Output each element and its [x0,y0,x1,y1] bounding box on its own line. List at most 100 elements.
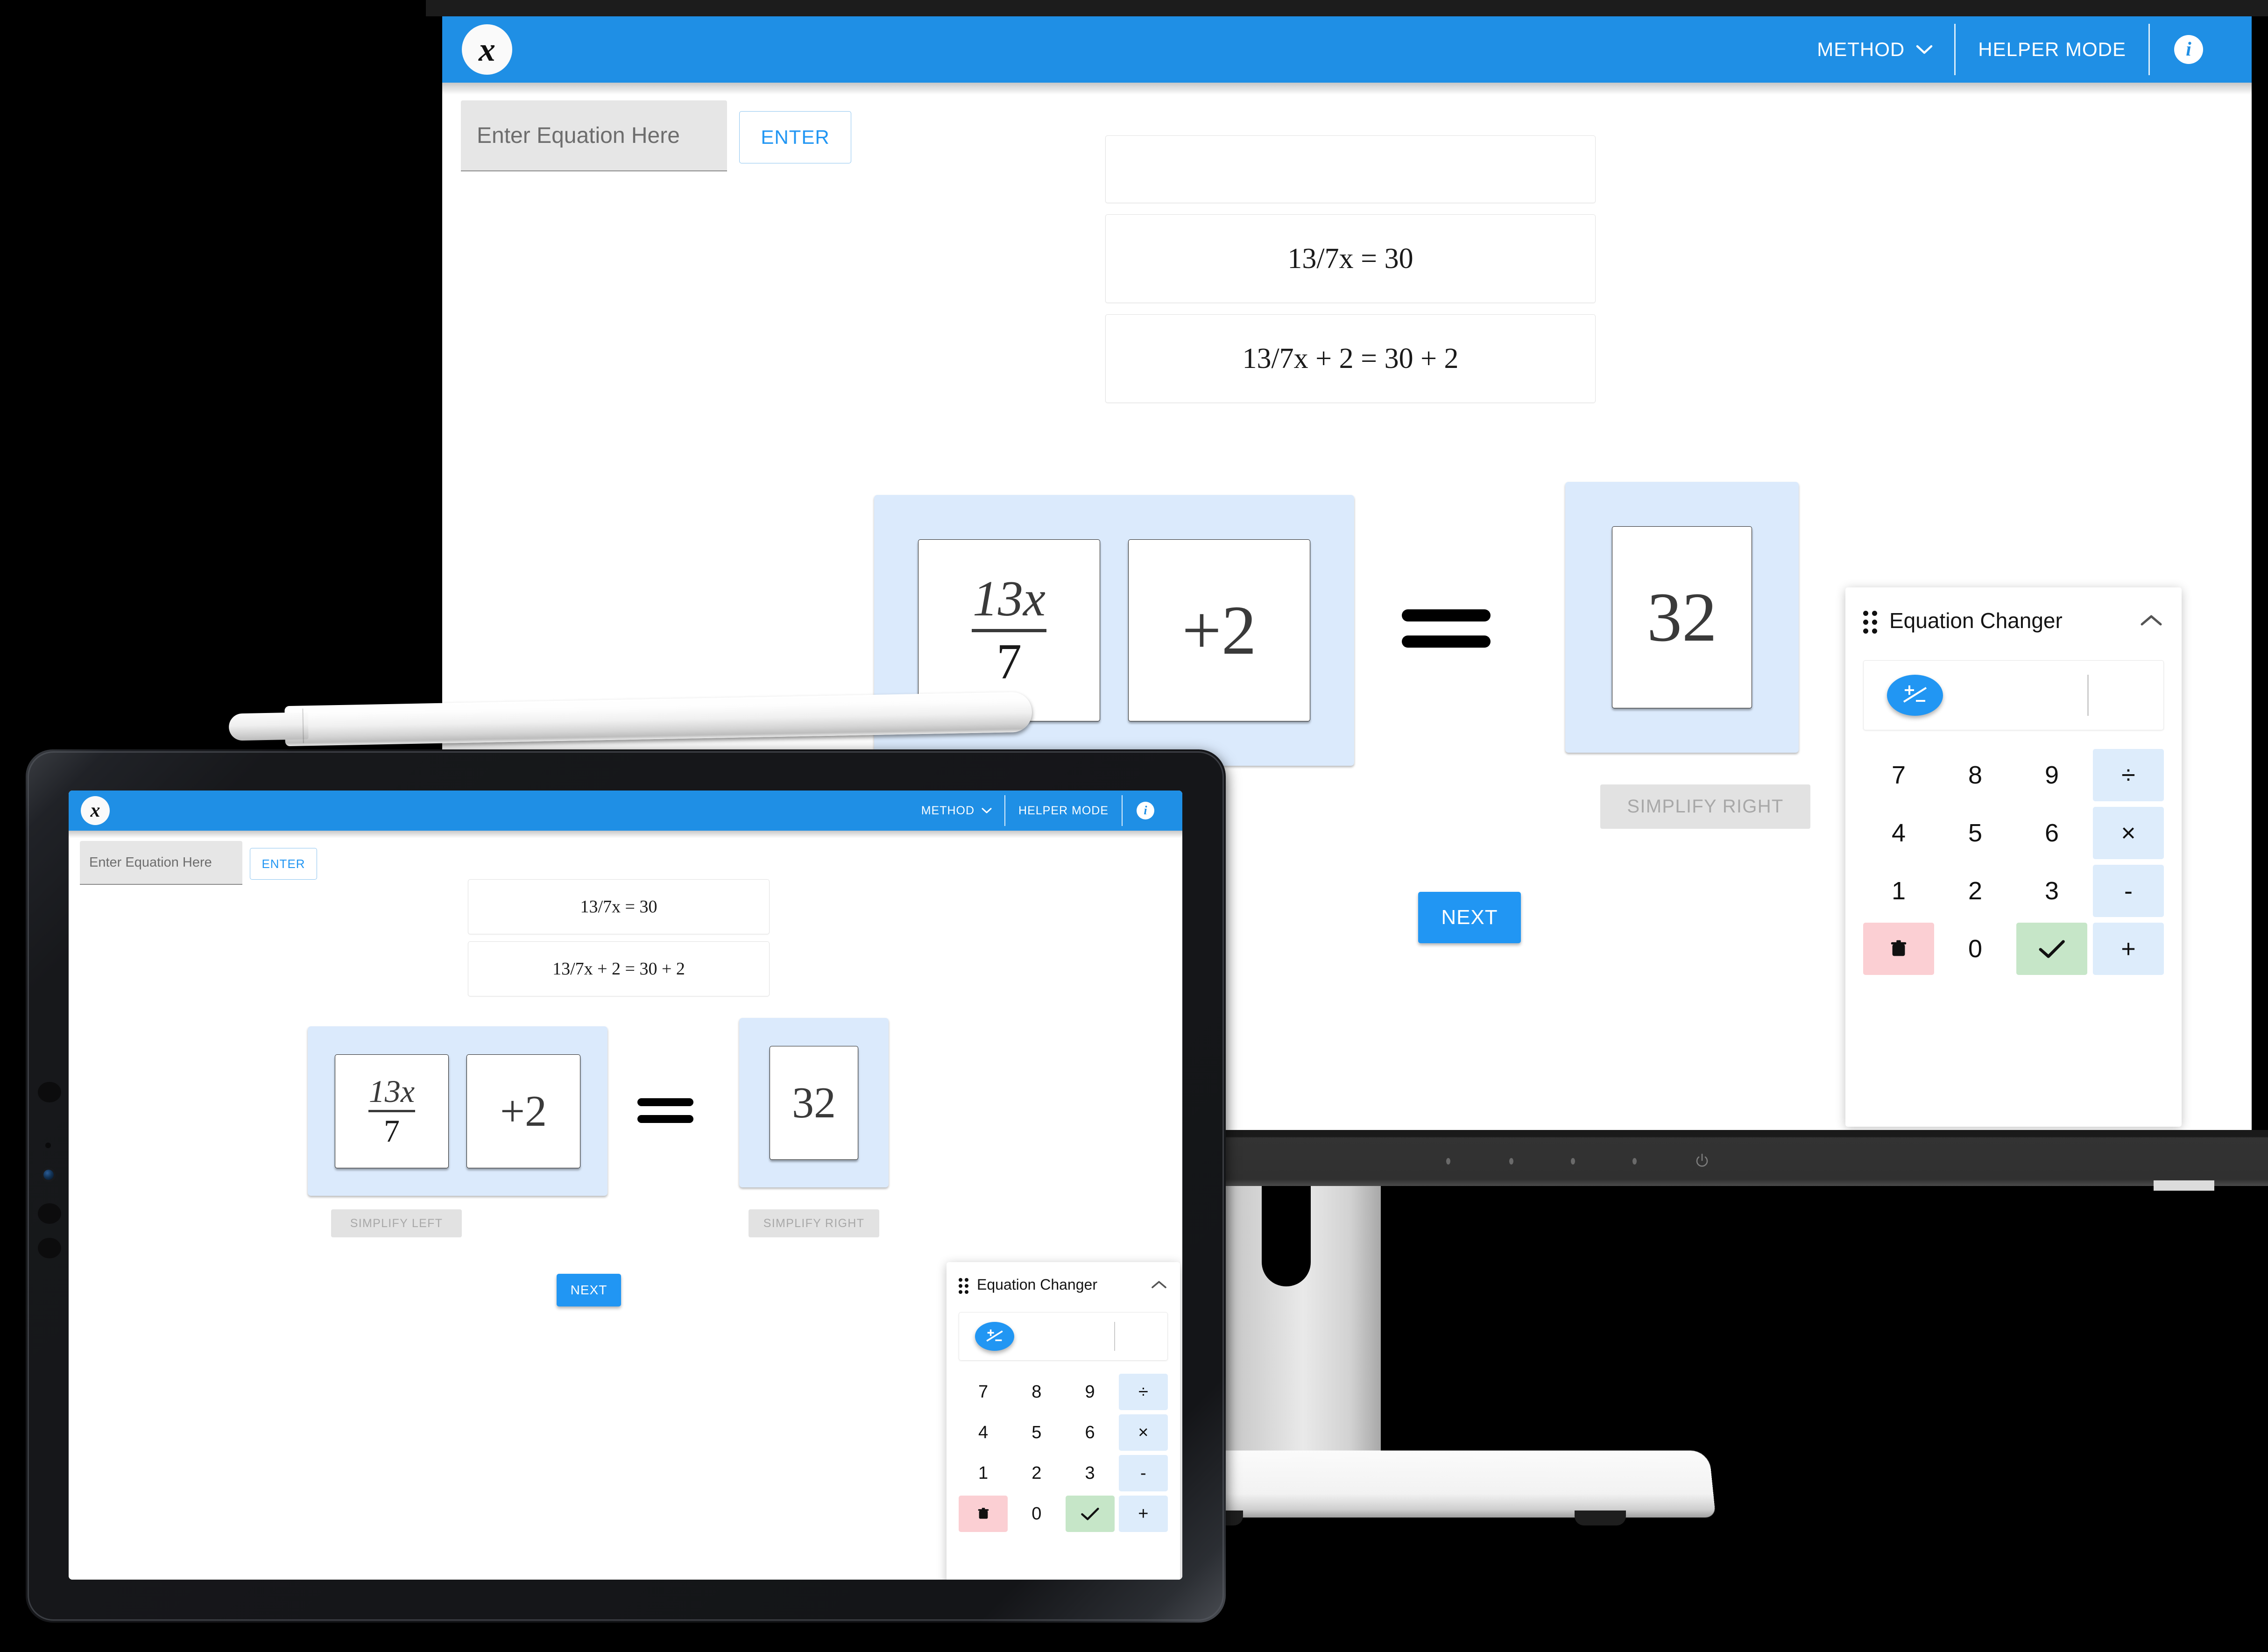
next-button-label: NEXT [570,1283,608,1297]
monitor-osd-button-4[interactable] [1632,1158,1637,1165]
keypad-operator-multiply-button[interactable]: × [2093,807,2164,859]
app-logo[interactable]: x [462,24,512,75]
drag-dots-icon[interactable] [1863,611,1877,634]
keypad[interactable]: 7 8 9 ÷ 4 5 6 × 1 2 3- 0 + [1863,749,2164,975]
header-actions: METHOD HELPER MODE i [1796,24,2252,75]
keypad-operator-minus-button[interactable]: - [1118,1455,1168,1491]
enter-button[interactable]: ENTER [250,848,317,880]
keypad-digit-1-button[interactable]: 1 [1863,865,1934,917]
expression-field[interactable] [1863,660,2164,730]
keypad-confirm-button[interactable] [1065,1496,1115,1532]
expression-field[interactable] [959,1312,1168,1361]
chevron-up-icon[interactable] [2139,613,2164,628]
keypad-delete-button[interactable] [959,1496,1008,1532]
drag-dots-icon[interactable] [959,1278,968,1294]
keypad-digit-0-button[interactable]: 0 [1940,923,2011,975]
equation-history-item[interactable]: 13/7x + 2 = 30 + 2 [468,941,770,996]
keypad-digit-4-button[interactable]: 4 [959,1414,1008,1451]
keypad-digit-4-button[interactable]: 4 [1863,807,1934,859]
right-expression-group[interactable]: 32 [1565,482,1799,753]
equation-history-item-partial[interactable] [1105,135,1596,203]
next-button[interactable]: NEXT [557,1274,621,1306]
equation-input[interactable]: Enter Equation Here [461,100,727,171]
method-menu[interactable]: METHOD [1796,38,1954,61]
info-icon: i [1137,802,1154,819]
keypad-digit-5-button[interactable]: 5 [1012,1414,1061,1451]
keypad-digit-1-button[interactable]: 1 [959,1455,1008,1491]
info-button[interactable]: i [1123,802,1166,819]
keypad-confirm-button[interactable] [2016,923,2087,975]
method-menu[interactable]: METHOD [909,804,1004,818]
chevron-up-icon[interactable] [1150,1279,1168,1290]
keypad-digit-7-button[interactable]: 7 [959,1374,1008,1410]
info-glyph: i [1144,804,1147,817]
equation-history-item[interactable]: 13/7x = 30 [1105,214,1596,303]
expression-tile-term[interactable]: 32 [770,1045,858,1160]
keypad-operator-multiply-button[interactable]: × [1118,1414,1168,1451]
equation-input[interactable]: Enter Equation Here [80,841,242,885]
power-icon[interactable] [1695,1153,1709,1169]
monitor-led [2154,1180,2214,1191]
keypad-digit-2-button[interactable]: 2 [1012,1455,1061,1491]
equation-changer-header[interactable]: Equation Changer [1863,608,2164,634]
expression-tile-fraction[interactable]: 13x 7 [335,1054,449,1168]
keypad-operator-divide-button[interactable]: ÷ [2093,749,2164,801]
expression-tile-term[interactable]: +2 [466,1054,580,1168]
keypad-digit-9-button[interactable]: 9 [1066,1374,1115,1410]
next-button[interactable]: NEXT [1418,892,1521,943]
simplify-left-button[interactable]: SIMPLIFY LEFT [331,1209,462,1237]
expression-tile-term[interactable]: 32 [1612,526,1752,708]
left-expression-group[interactable]: 13x 7 +2 [308,1026,608,1196]
equals-sign [1402,609,1491,648]
keypad-digit-8-button[interactable]: 8 [1940,749,2011,801]
keypad-operator-plus-button[interactable]: + [1118,1496,1168,1532]
simplify-right-button[interactable]: SIMPLIFY RIGHT [749,1209,879,1237]
keypad-digit-7-button[interactable]: 7 [1863,749,1934,801]
keypad-digit-6-button[interactable]: 6 [1066,1414,1115,1451]
equation-changer-header[interactable]: Equation Changer [959,1276,1168,1294]
equation-changer-panel[interactable]: Equation Changer 7 8 9 ÷ 4 5 6 × 1 2 3 -… [1845,587,2182,1127]
monitor-osd-button-2[interactable] [1509,1158,1513,1165]
simplify-right-button[interactable]: SIMPLIFY RIGHT [1600,784,1810,829]
text-caret [1114,1322,1115,1351]
plus-minus-icon [986,1329,1003,1342]
keypad-operator-plus-button[interactable]: + [2093,923,2164,975]
fraction-bar [972,628,1046,632]
equation-history-item[interactable]: 13/7x = 30 [468,879,770,934]
monitor-osd-button-3[interactable] [1571,1158,1575,1165]
sign-toggle-chip[interactable] [1887,675,1943,716]
keypad-digit-9-button[interactable]: 9 [2016,749,2087,801]
expression-tile-term[interactable]: +2 [1128,539,1310,721]
equals-sign [637,1098,693,1123]
right-expression-group[interactable]: 32 [739,1018,889,1187]
keypad-digit-2-button[interactable]: 2 [1940,865,2011,917]
helper-mode-button[interactable]: HELPER MODE [1005,804,1122,818]
keypad-digit-3-button[interactable]: 3 [2016,865,2087,917]
app-logo[interactable]: x [81,796,110,825]
enter-button[interactable]: ENTER [739,111,851,163]
keypad-operator-divide-button[interactable]: ÷ [1118,1374,1168,1410]
keypad-digit-0-button[interactable]: 0 [1012,1496,1061,1532]
equation-changer-title: Equation Changer [1889,608,2063,633]
keypad-operator-minus-button[interactable]: - [2093,865,2164,917]
keypad-digit-8-button[interactable]: 8 [1012,1374,1061,1410]
keypad-digit-3-button[interactable]: 3 [1066,1455,1115,1491]
keypad-delete-button[interactable] [1863,923,1934,975]
equation-history-item[interactable]: 13/7x + 2 = 30 + 2 [1105,314,1596,403]
keypad[interactable]: 7 8 9 ÷ 4 5 6 × 1 2 3- 0 + [959,1374,1168,1532]
fraction: 13x 7 [368,1075,415,1147]
monitor-osd-button-1[interactable] [1446,1158,1450,1165]
method-label: METHOD [1817,38,1905,60]
tablet-speaker-3 [38,1238,61,1258]
chevron-down-icon [1916,45,1933,54]
next-button-label: NEXT [1441,906,1498,929]
app-header: x METHOD HELPER MODE i [69,791,1182,831]
helper-mode-button[interactable]: HELPER MODE [1956,38,2148,61]
info-button[interactable]: i [2150,35,2225,64]
keypad-digit-6-button[interactable]: 6 [2016,807,2087,859]
keypad-digit-5-button[interactable]: 5 [1940,807,2011,859]
tablet-screen: x METHOD HELPER MODE i Enter Equation He… [69,791,1182,1580]
sign-toggle-chip[interactable] [975,1322,1014,1351]
chevron-down-icon [982,808,992,813]
equation-changer-panel[interactable]: Equation Changer 7 8 9 ÷ 4 5 6 × 1 2 3 -… [947,1262,1180,1580]
